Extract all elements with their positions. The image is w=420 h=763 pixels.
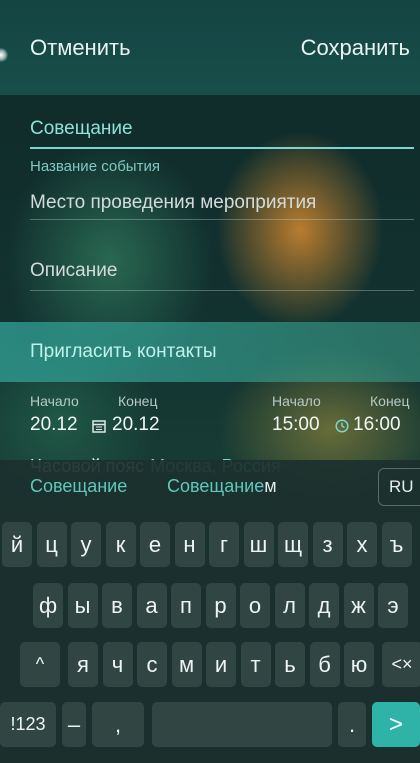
key-б[interactable]: б: [309, 642, 340, 687]
key-н[interactable]: н: [174, 522, 205, 567]
key-м[interactable]: м: [171, 642, 202, 687]
place-underline: [30, 219, 414, 220]
key-й[interactable]: й: [2, 522, 32, 567]
end-date-value[interactable]: 20.12: [112, 414, 160, 436]
key-и[interactable]: и: [206, 642, 236, 687]
suggestion-2[interactable]: Совещанием: [167, 476, 277, 497]
enter-key[interactable]: >: [372, 702, 420, 747]
language-switch-button[interactable]: RU: [378, 468, 420, 506]
key-р[interactable]: р: [205, 583, 236, 628]
key-з[interactable]: з: [312, 522, 343, 567]
key-ж[interactable]: ж: [343, 583, 374, 628]
end-time-value[interactable]: 16:00: [353, 414, 401, 436]
key-ъ[interactable]: ъ: [381, 522, 412, 567]
key-д[interactable]: д: [309, 583, 339, 628]
key-у[interactable]: у: [71, 522, 101, 567]
start-date-value[interactable]: 20.12: [30, 414, 78, 436]
end-date-label: Конец: [118, 393, 158, 409]
clock-icon: [335, 419, 349, 433]
key-с[interactable]: с: [137, 642, 167, 687]
key-ч[interactable]: ч: [102, 642, 133, 687]
suggestion-2-main: Совещание: [167, 475, 265, 496]
keyboard: Совещание Совещанием RU йцукенгшщзхъфыва…: [0, 460, 420, 763]
key-к[interactable]: к: [105, 522, 136, 567]
top-bar: Отменить Сохранить: [0, 0, 420, 95]
key-ш[interactable]: ш: [243, 522, 274, 567]
space-key[interactable]: [152, 702, 332, 747]
key-щ[interactable]: щ: [278, 522, 308, 567]
key-т[interactable]: т: [240, 642, 271, 687]
start-time-value[interactable]: 15:00: [272, 414, 320, 436]
comma-key[interactable]: ,: [92, 702, 144, 747]
dash-key[interactable]: –: [62, 702, 86, 747]
suggestion-2-tail: м: [264, 475, 277, 496]
cancel-button[interactable]: Отменить: [30, 35, 131, 61]
event-title-underline: [30, 147, 414, 149]
key-в[interactable]: в: [102, 583, 132, 628]
key-х[interactable]: х: [347, 522, 377, 567]
key-ы[interactable]: ы: [67, 583, 98, 628]
key-а[interactable]: а: [136, 583, 167, 628]
key-п[interactable]: п: [171, 583, 201, 628]
key-ь[interactable]: ь: [275, 642, 305, 687]
description-underline: [30, 290, 414, 291]
key-я[interactable]: я: [68, 642, 98, 687]
suggestion-bar: Совещание Совещанием RU: [0, 460, 420, 512]
start-date-label: Начало: [30, 393, 79, 409]
key-ц[interactable]: ц: [36, 522, 67, 567]
event-title-hint: Название события: [30, 158, 160, 175]
backspace-key[interactable]: <×: [382, 642, 420, 687]
key-л[interactable]: л: [274, 583, 305, 628]
numbers-switch-key[interactable]: !123: [0, 702, 56, 747]
key-ю[interactable]: ю: [344, 642, 374, 687]
invite-contacts-button[interactable]: Пригласить контакты: [0, 322, 420, 382]
suggestion-1[interactable]: Совещание: [30, 476, 127, 497]
period-key[interactable]: .: [338, 702, 366, 747]
key-о[interactable]: о: [240, 583, 270, 628]
end-time-label: Конец: [370, 393, 410, 409]
key-ф[interactable]: ф: [33, 583, 63, 628]
key-г[interactable]: г: [209, 522, 239, 567]
save-button[interactable]: Сохранить: [301, 35, 410, 61]
shift-key[interactable]: ^: [20, 642, 60, 687]
calendar-icon: [92, 420, 106, 433]
start-time-label: Начало: [272, 393, 321, 409]
edge-glow: [0, 48, 8, 62]
key-э[interactable]: э: [378, 583, 408, 628]
invite-contacts-label: Пригласить контакты: [30, 341, 217, 362]
event-title-field[interactable]: Совещание: [30, 118, 414, 140]
place-field[interactable]: Место проведения мероприятия: [30, 192, 414, 214]
description-field[interactable]: Описание: [30, 260, 414, 282]
key-е[interactable]: е: [140, 522, 170, 567]
